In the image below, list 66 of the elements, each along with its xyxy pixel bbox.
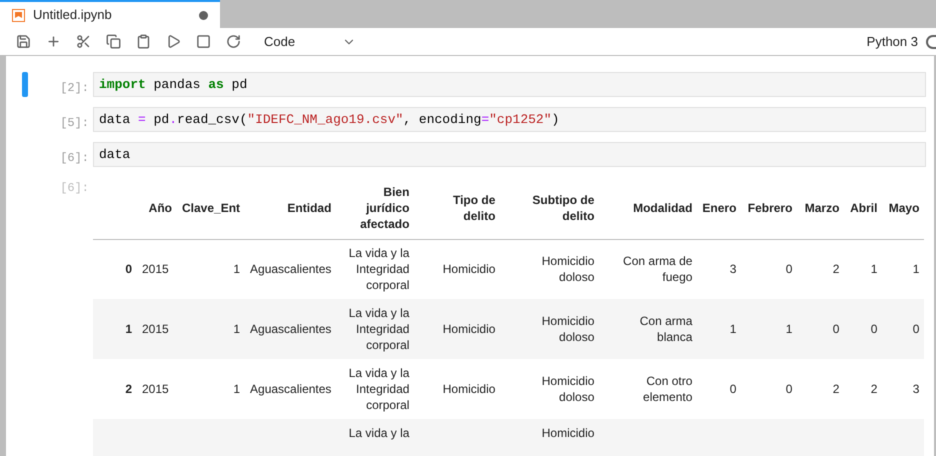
table-cell: 2 xyxy=(832,382,840,396)
column-header: Tipo de delito xyxy=(452,192,496,223)
table-cell: 1 xyxy=(233,322,240,336)
table-cell: La vida y la Integridad corporal xyxy=(348,366,410,412)
table-cell: 0 xyxy=(730,382,736,396)
input-prompt: [2]: xyxy=(59,80,90,97)
table-cell: 2 xyxy=(832,262,840,276)
column-header: Entidad xyxy=(287,200,332,215)
table-cell: 1 xyxy=(730,322,736,336)
table-cell: 1 xyxy=(786,322,792,336)
table-cell: La vida y la xyxy=(348,426,410,440)
table-cell: Con arma de fuego xyxy=(623,254,692,284)
table-cell: 1 xyxy=(233,382,240,396)
code-input[interactable]: import pandas as pd xyxy=(93,72,926,97)
column-header: Marzo xyxy=(804,200,840,215)
notebook-icon xyxy=(12,8,25,22)
table-cell: Homicidio xyxy=(442,382,496,396)
column-header: Año xyxy=(148,200,172,215)
table-cell: Con otro elemento xyxy=(643,374,692,404)
row-index: 0 xyxy=(125,262,132,276)
table-cell: 2015 xyxy=(142,322,169,336)
table-cell: 0 xyxy=(870,322,878,336)
table-cell: 1 xyxy=(912,262,920,276)
table-cell: 2015 xyxy=(142,382,169,396)
table-cell: La vida y la Integridad corporal xyxy=(348,306,410,352)
column-header: Modalidad xyxy=(633,200,692,215)
table-cell: 3 xyxy=(730,262,736,276)
code-input[interactable]: data = pd.read_csv("IDEFC_NM_ago19.csv", encoding="cp1252") xyxy=(93,107,926,132)
row-index: 2 xyxy=(125,382,132,396)
column-header: Subtipo de delito xyxy=(532,192,594,223)
output-prompt: [6]: xyxy=(59,180,90,197)
tab-title: Untitled.ipynb xyxy=(33,6,113,24)
table-cell: Homicidio doloso xyxy=(542,254,594,284)
table-cell: Con arma blanca xyxy=(640,314,692,344)
input-prompt: [5]: xyxy=(59,115,90,132)
code-input[interactable]: data xyxy=(93,142,926,167)
row-index: 1 xyxy=(125,322,132,336)
table-cell: Aguascalientes xyxy=(250,382,332,396)
kernel-name: Python 3 xyxy=(866,32,918,51)
column-header: Mayo xyxy=(888,200,920,215)
cell-type-dropdown[interactable]: Code xyxy=(260,30,360,52)
table-cell: 2 xyxy=(870,382,878,396)
table-cell: Homicidio doloso xyxy=(542,314,594,344)
input-prompt: [6]: xyxy=(59,150,90,167)
table-cell: 0 xyxy=(832,322,840,336)
table-cell: Homicidio xyxy=(442,262,496,276)
table-cell: 1 xyxy=(233,262,240,276)
column-header: Febrero xyxy=(748,200,792,215)
table-cell: 1 xyxy=(870,262,878,276)
kernel-status-icon xyxy=(926,34,936,48)
column-header: Bien jurídico afectado xyxy=(360,184,410,231)
table-cell: 0 xyxy=(912,322,920,336)
table-cell: Aguascalientes xyxy=(250,262,332,276)
notebook-tab[interactable]: Untitled.ipynb xyxy=(0,0,220,28)
table-cell: Homicidio xyxy=(442,322,496,336)
table-cell: 2015 xyxy=(142,262,169,276)
column-header: Clave_Ent xyxy=(182,200,240,215)
table-cell: Homicidio xyxy=(542,426,594,440)
table-cell: La vida y la Integridad corporal xyxy=(348,246,410,292)
table-cell: 3 xyxy=(912,382,920,396)
table-cell: Homicidio doloso xyxy=(542,374,594,404)
table-cell: 0 xyxy=(786,262,792,276)
table-cell: Aguascalientes xyxy=(250,322,332,336)
column-header: Abril xyxy=(850,200,878,215)
column-header: Enero xyxy=(702,200,736,215)
table-cell: 0 xyxy=(786,382,792,396)
